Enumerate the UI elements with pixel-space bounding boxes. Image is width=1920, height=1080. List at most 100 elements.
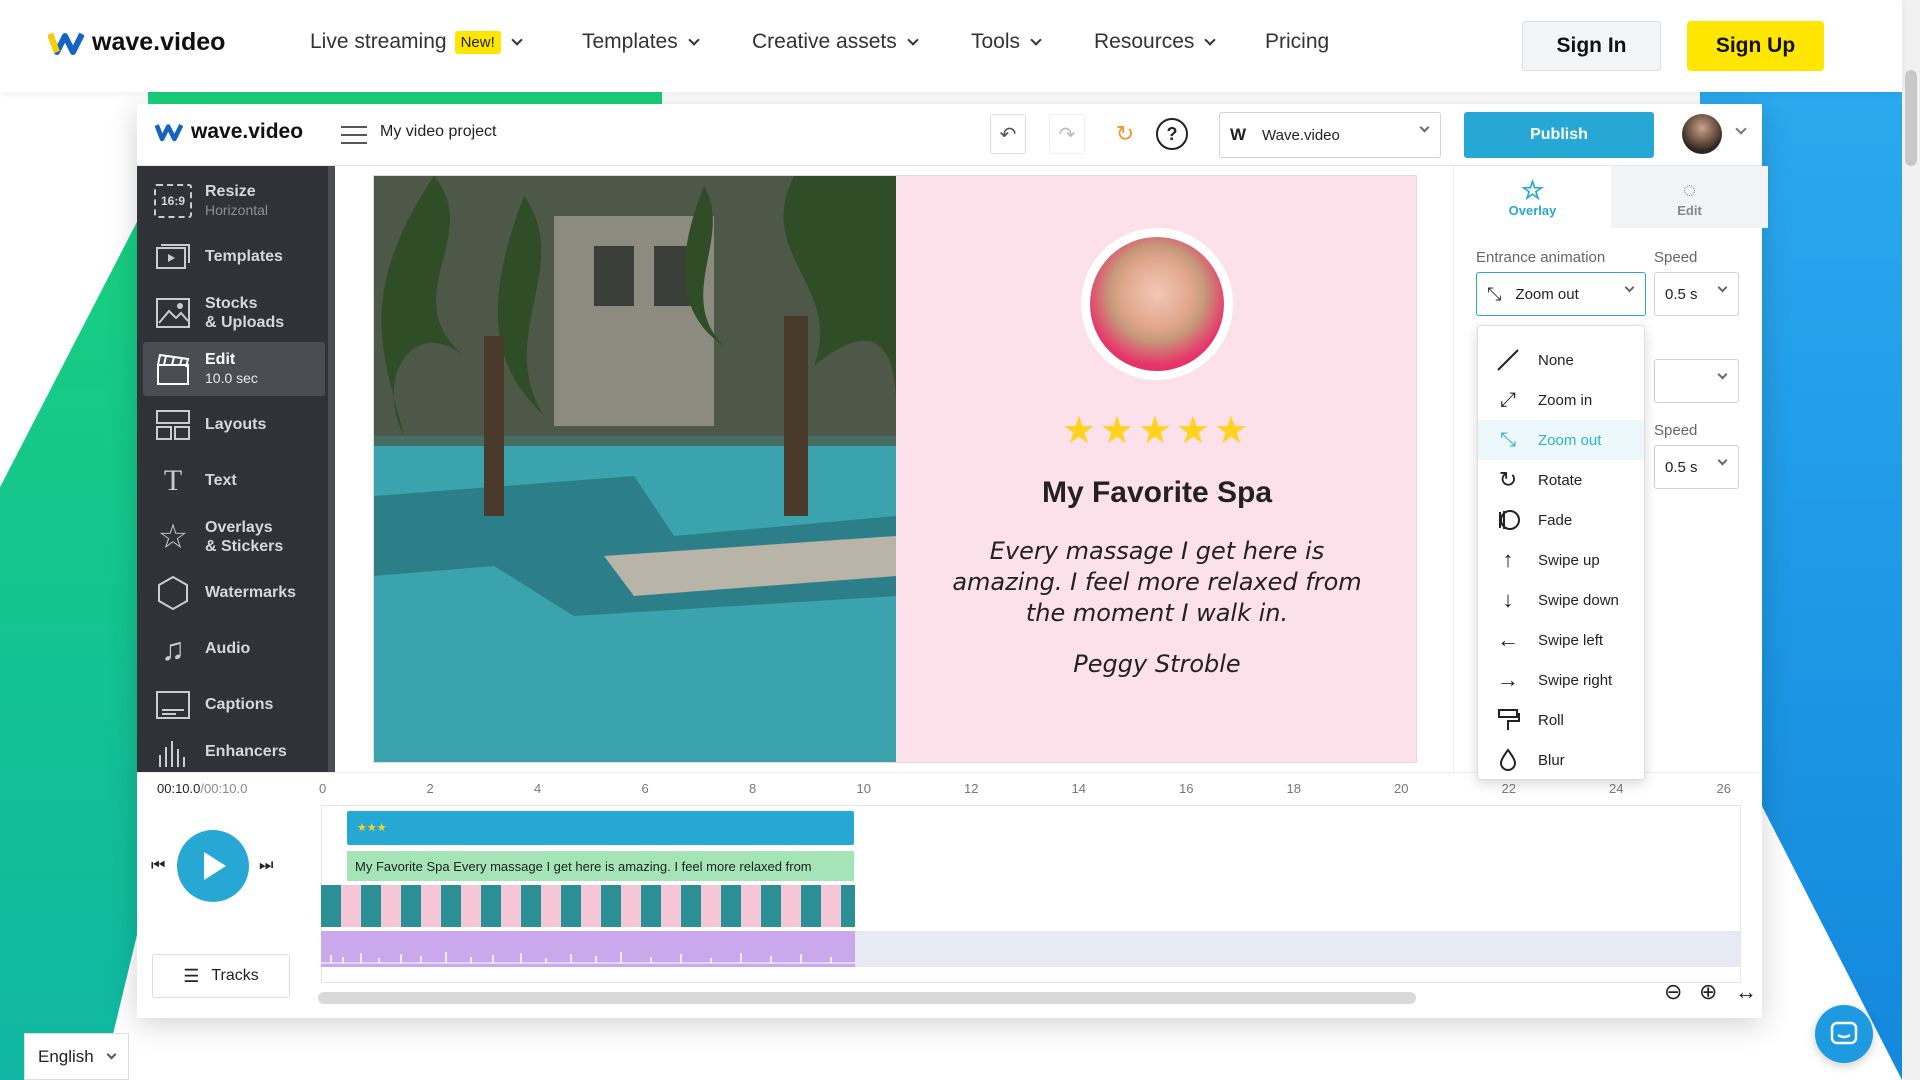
nav-label: Live streaming: [310, 30, 447, 53]
sidebar-item-audio[interactable]: ♫ Audio: [143, 622, 325, 676]
sidebar-item-templates[interactable]: Templates: [143, 230, 325, 284]
animation-option-label: Fade: [1538, 511, 1573, 529]
tracks-button[interactable]: ☰ Tracks: [152, 954, 290, 998]
publish-button[interactable]: Publish: [1464, 112, 1654, 158]
animation-option-zoom-out[interactable]: ⤡ Zoom out: [1478, 420, 1644, 460]
animation-option-label: Swipe right: [1538, 671, 1613, 689]
animation-option-swipe-down[interactable]: ↓ Swipe down: [1478, 580, 1644, 620]
undo-icon[interactable]: ↶: [990, 114, 1026, 154]
nav-templates[interactable]: Templates: [582, 30, 700, 54]
avatar[interactable]: [1682, 114, 1722, 154]
editor-toolbar: wave.video My video project ↶ ↷ ↻ ? W Wa…: [137, 104, 1762, 166]
editor-logo[interactable]: wave.video: [155, 120, 303, 144]
sidebar-item-captions[interactable]: Captions: [143, 678, 325, 732]
chat-button[interactable]: [1815, 1005, 1873, 1063]
list-icon: ☰: [183, 965, 200, 986]
nav-label: Creative assets: [752, 30, 897, 53]
nav-label: Resources: [1094, 30, 1195, 53]
tab-overlay[interactable]: ☆ Overlay: [1454, 166, 1611, 228]
play-button[interactable]: [177, 830, 249, 902]
sidebar-item-enhancers[interactable]: Enhancers: [143, 732, 325, 772]
video-clip[interactable]: [321, 885, 855, 927]
animation-option-fade[interactable]: Fade: [1478, 500, 1644, 540]
redo-icon[interactable]: ↷: [1049, 114, 1085, 154]
zoom-out-icon[interactable]: ⊖: [1664, 979, 1682, 1005]
animation-option-label: Swipe down: [1538, 591, 1619, 609]
sidebar-item-label: Resize: [205, 183, 256, 200]
animation-option-zoom-in[interactable]: ⤢ Zoom in: [1478, 380, 1644, 420]
tracks-button-label: Tracks: [211, 967, 259, 984]
sidebar-item-layouts[interactable]: Layouts: [143, 398, 325, 452]
chevron-down-icon: [1717, 369, 1728, 380]
nav-pricing[interactable]: Pricing: [1265, 30, 1329, 54]
chevron-down-icon: [1419, 122, 1430, 133]
arrow-left-icon: ←: [1497, 627, 1519, 652]
text-clip[interactable]: My Favorite Spa Every massage I get here…: [347, 851, 854, 881]
nav-label: Templates: [582, 30, 678, 53]
sidebar-item-edit[interactable]: Edit 10.0 sec: [143, 342, 325, 396]
animation-option-blur[interactable]: Blur: [1478, 740, 1644, 780]
language-value: English: [38, 1046, 94, 1066]
animation-option-roll[interactable]: Roll: [1478, 700, 1644, 740]
speed-select-2[interactable]: 0.5 s: [1654, 445, 1739, 489]
hamburger-menu-icon[interactable]: [341, 124, 367, 144]
sidebar-scrollbar[interactable]: [328, 166, 335, 772]
wave-logo-icon: [155, 124, 183, 142]
sidebar-item-overlays[interactable]: ☆ Overlays & Stickers: [143, 510, 325, 564]
animation-option-swipe-up[interactable]: ↑ Swipe up: [1478, 540, 1644, 580]
timeline-scrollbar[interactable]: [318, 992, 1416, 1004]
sidebar-item-text[interactable]: T Text: [143, 454, 325, 508]
brand-select[interactable]: W Wave.video: [1219, 112, 1441, 158]
chevron-down-icon: [106, 1049, 117, 1059]
nav-resources[interactable]: Resources: [1094, 30, 1217, 54]
page-scrollbar[interactable]: [1902, 0, 1920, 1080]
animation-option-swipe-right[interactable]: → Swipe right: [1478, 660, 1644, 700]
speed-select[interactable]: 0.5 s: [1654, 272, 1739, 316]
sign-up-button[interactable]: Sign Up: [1687, 21, 1824, 71]
timeline-tick: 2: [426, 781, 434, 796]
help-icon[interactable]: ?: [1156, 118, 1188, 150]
templates-icon: [153, 237, 193, 277]
sidebar-item-stocks[interactable]: Stocks & Uploads: [143, 286, 325, 340]
zoom-in-icon[interactable]: ⊕: [1699, 979, 1717, 1005]
project-name[interactable]: My video project: [380, 123, 497, 141]
sidebar-item-watermarks[interactable]: Watermarks: [143, 566, 325, 620]
zoom-out-icon: ⤡: [1487, 283, 1502, 304]
scrollbar-thumb[interactable]: [318, 992, 1416, 1004]
nav-tools[interactable]: Tools: [971, 30, 1042, 54]
review-author: Peggy Stroble: [1073, 650, 1241, 678]
animation-option-label: Roll: [1538, 711, 1564, 729]
zoom-out-icon: ⤡: [1500, 428, 1516, 451]
sidebar-item-resize[interactable]: 16:9 Resize Horizontal: [143, 174, 325, 228]
language-select[interactable]: English: [24, 1033, 129, 1080]
site-logo[interactable]: wave.video: [48, 28, 225, 57]
tab-label: Overlay: [1508, 202, 1557, 218]
animation-dropdown: None ⤢ Zoom in ⤡ Zoom out ↻ Rotate Fade ↑ Swipe u…: [1477, 325, 1645, 780]
nav-creative-assets[interactable]: Creative assets: [752, 30, 919, 54]
skip-back-icon[interactable]: ⏮: [151, 857, 165, 875]
fit-width-icon[interactable]: ↔: [1735, 979, 1757, 1005]
entrance-animation-select[interactable]: ⤡ Zoom out: [1476, 272, 1646, 316]
refresh-icon[interactable]: ↻: [1107, 114, 1143, 154]
timeline-tick: 20: [1394, 781, 1409, 796]
chevron-down-icon[interactable]: [1735, 123, 1747, 135]
scrollbar-thumb[interactable]: [1905, 70, 1917, 166]
animation-option-label: Blur: [1538, 751, 1565, 769]
none-icon: [1488, 348, 1528, 372]
animation-option-none[interactable]: None: [1478, 340, 1644, 380]
timeline: 00:10.0/00:10.0 0 2 4 6 8 10 12 14 16 18 20 22 24 26 …: [137, 772, 1762, 1018]
audio-clip[interactable]: [321, 931, 855, 967]
video-canvas[interactable]: ★★★★★ My Favorite Spa Every massage I ge…: [373, 175, 1417, 763]
tab-edit[interactable]: ◌ Edit: [1611, 166, 1768, 228]
resize-icon: 16:9: [153, 181, 193, 221]
nav-live-streaming[interactable]: Live streaming New!: [310, 30, 523, 54]
brand-select-value: Wave.video: [1262, 126, 1340, 144]
overlay-clip[interactable]: ★★★: [347, 811, 854, 845]
animation-option-swipe-left[interactable]: ← Swipe left: [1478, 620, 1644, 660]
skip-forward-icon[interactable]: ⏭: [259, 857, 273, 875]
animation-option-rotate[interactable]: ↻ Rotate: [1478, 460, 1644, 500]
sign-in-button[interactable]: Sign In: [1522, 21, 1661, 71]
site-logo-text: wave.video: [92, 28, 226, 56]
timeline-tick: 26: [1716, 781, 1731, 796]
exit-animation-select[interactable]: [1654, 359, 1739, 403]
